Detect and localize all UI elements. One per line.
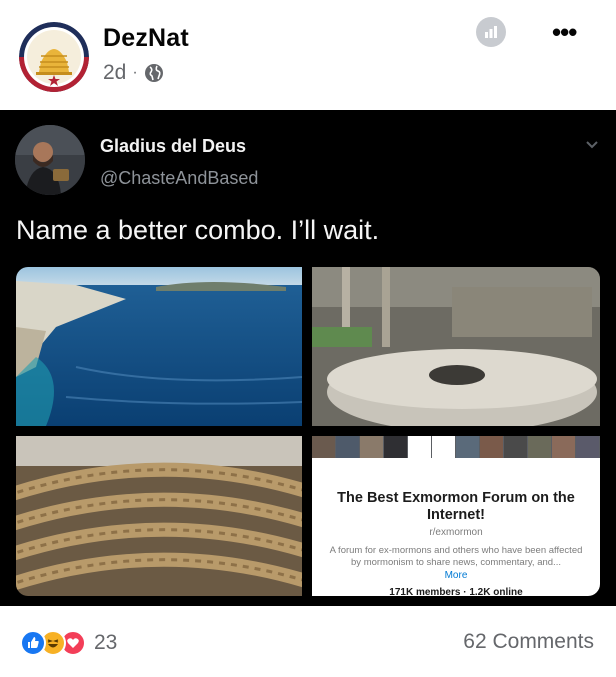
sea-photo-icon <box>16 267 302 426</box>
insights-button[interactable] <box>476 17 506 47</box>
reddit-card-title: The Best Exmormon Forum on the Internet! <box>337 490 575 523</box>
photo-rope <box>16 436 302 596</box>
person-photo-icon <box>15 125 85 195</box>
comments-count-link[interactable]: 62 Comments <box>463 630 594 654</box>
photo-coastal-town <box>16 267 302 426</box>
tweet-screenshot[interactable]: Gladius del Deus @ChasteAndBased Name a … <box>0 110 616 606</box>
post-header: DezNat 2d · ••• <box>0 0 616 110</box>
reddit-banner <box>312 436 600 458</box>
post-footer: 23 62 Comments <box>0 606 616 677</box>
beehive-logo-icon <box>19 22 89 92</box>
reddit-card-stats: 171K members · 1.2K online <box>389 587 523 596</box>
photo-millstone <box>312 267 600 426</box>
page-name[interactable]: DezNat <box>103 24 189 53</box>
tweet-author-handle: @ChasteAndBased <box>100 168 259 188</box>
reddit-card-subreddit: r/exmormon <box>429 527 483 538</box>
reaction-count: 23 <box>94 631 118 654</box>
reactions-summary[interactable]: 23 <box>20 630 117 656</box>
page-avatar[interactable] <box>19 22 89 92</box>
bar-chart-icon <box>485 26 497 38</box>
globe-icon <box>144 64 163 82</box>
tweet-author-name: Gladius del Deus <box>100 136 247 156</box>
millstone-photo-icon <box>312 267 600 426</box>
tweet-text: Name a better combo. I’ll wait. <box>16 215 380 245</box>
tweet-author-avatar <box>15 125 85 195</box>
more-options-button[interactable]: ••• <box>552 19 577 45</box>
reddit-card-description: A forum for ex-mormons and others who ha… <box>329 545 583 568</box>
chevron-down-icon <box>586 141 598 149</box>
post-time[interactable]: 2d <box>103 61 126 85</box>
post-meta: 2d · <box>103 61 164 85</box>
reddit-card[interactable]: The Best Exmormon Forum on the Internet!… <box>312 436 600 596</box>
like-reaction-icon <box>20 630 46 656</box>
reddit-card-more-link[interactable]: More <box>312 570 600 581</box>
rope-photo-icon <box>16 436 302 596</box>
meta-separator: · <box>132 64 138 81</box>
